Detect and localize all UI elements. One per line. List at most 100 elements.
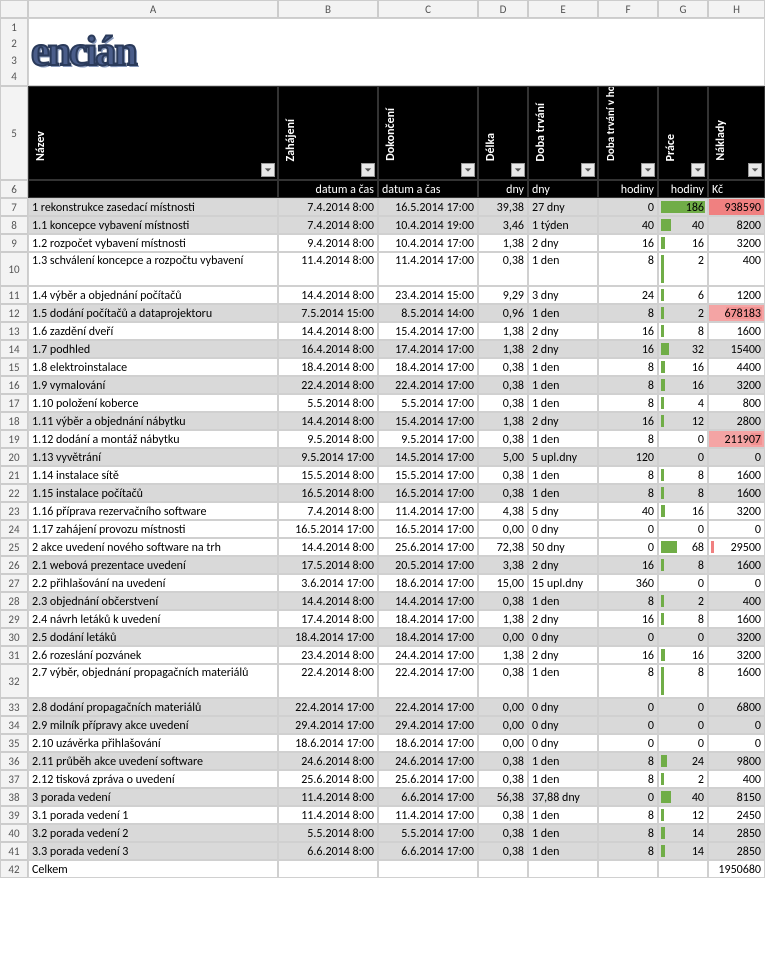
- duration[interactable]: 1 den: [528, 358, 598, 376]
- row-head-19[interactable]: 19: [0, 430, 28, 448]
- duration-hours[interactable]: 8: [598, 376, 658, 394]
- cost[interactable]: 9800: [708, 752, 765, 770]
- row-head-27[interactable]: 27: [0, 574, 28, 592]
- end-date[interactable]: 14.4.2014 17:00: [378, 592, 478, 610]
- start-date[interactable]: 18.4.2014 17:00: [278, 628, 378, 646]
- col-head-H[interactable]: H: [708, 0, 765, 18]
- row-head-22[interactable]: 22: [0, 484, 28, 502]
- duration[interactable]: 1 den: [528, 752, 598, 770]
- cost[interactable]: 678183: [708, 304, 765, 322]
- end-date[interactable]: 9.5.2014 17:00: [378, 430, 478, 448]
- cost[interactable]: 1200: [708, 286, 765, 304]
- start-date[interactable]: 14.4.2014 8:00: [278, 538, 378, 556]
- length-days[interactable]: 0,38: [478, 466, 528, 484]
- row-head-37[interactable]: 37: [0, 770, 28, 788]
- cost[interactable]: 8150: [708, 788, 765, 806]
- duration[interactable]: 2 dny: [528, 340, 598, 358]
- cost[interactable]: 1600: [708, 466, 765, 484]
- start-date[interactable]: 7.5.2014 15:00: [278, 304, 378, 322]
- length-days[interactable]: 72,38: [478, 538, 528, 556]
- duration[interactable]: 1 den: [528, 430, 598, 448]
- start-date[interactable]: 18.6.2014 17:00: [278, 734, 378, 752]
- end-date[interactable]: 24.6.2014 17:00: [378, 752, 478, 770]
- row-head-6[interactable]: 6: [0, 180, 28, 198]
- cost[interactable]: 0: [708, 574, 765, 592]
- work-hours[interactable]: 40: [658, 788, 708, 806]
- start-date[interactable]: 15.5.2014 8:00: [278, 466, 378, 484]
- work-hours[interactable]: 2: [658, 252, 708, 286]
- task-name[interactable]: 2.6 rozeslání pozvánek: [28, 646, 278, 664]
- duration[interactable]: 1 den: [528, 376, 598, 394]
- start-date[interactable]: 22.4.2014 17:00: [278, 698, 378, 716]
- duration[interactable]: 1 den: [528, 252, 598, 286]
- cost[interactable]: 400: [708, 770, 765, 788]
- length-days[interactable]: 0,00: [478, 716, 528, 734]
- duration-hours[interactable]: 8: [598, 466, 658, 484]
- row-head-15[interactable]: 15: [0, 358, 28, 376]
- length-days[interactable]: 0,38: [478, 394, 528, 412]
- length-days[interactable]: 0,38: [478, 664, 528, 698]
- duration-hours[interactable]: 360: [598, 574, 658, 592]
- duration[interactable]: 0 dny: [528, 716, 598, 734]
- length-days[interactable]: 1,38: [478, 322, 528, 340]
- length-days[interactable]: 0,38: [478, 592, 528, 610]
- col-head-D[interactable]: D: [478, 0, 528, 18]
- work-hours[interactable]: 8: [658, 610, 708, 628]
- task-name[interactable]: 1.9 vymalování: [28, 376, 278, 394]
- task-name[interactable]: 2.5 dodání letáků: [28, 628, 278, 646]
- cost[interactable]: 0: [708, 520, 765, 538]
- work-hours[interactable]: 0: [658, 430, 708, 448]
- start-date[interactable]: 29.4.2014 17:00: [278, 716, 378, 734]
- end-date[interactable]: 18.6.2014 17:00: [378, 734, 478, 752]
- cost[interactable]: 800: [708, 394, 765, 412]
- cost[interactable]: 1600: [708, 664, 765, 698]
- length-days[interactable]: 0,00: [478, 628, 528, 646]
- length-days[interactable]: 9,29: [478, 286, 528, 304]
- filter-dropdown-icon[interactable]: [581, 163, 595, 177]
- length-days[interactable]: 0,00: [478, 520, 528, 538]
- duration[interactable]: 2 dny: [528, 610, 598, 628]
- cost[interactable]: 3200: [708, 234, 765, 252]
- row-head-10[interactable]: 10: [0, 252, 28, 286]
- start-date[interactable]: 22.4.2014 8:00: [278, 376, 378, 394]
- duration[interactable]: 27 dny: [528, 198, 598, 216]
- duration[interactable]: 1 den: [528, 304, 598, 322]
- duration-hours[interactable]: 0: [598, 520, 658, 538]
- duration[interactable]: 1 den: [528, 466, 598, 484]
- row-head-20[interactable]: 20: [0, 448, 28, 466]
- end-date[interactable]: 25.6.2014 17:00: [378, 538, 478, 556]
- duration-hours[interactable]: 16: [598, 646, 658, 664]
- end-date[interactable]: 16.5.2014 17:00: [378, 484, 478, 502]
- total-label[interactable]: Celkem: [28, 860, 278, 878]
- row-head-24[interactable]: 24: [0, 520, 28, 538]
- row-head-31[interactable]: 31: [0, 646, 28, 664]
- duration-hours[interactable]: 8: [598, 664, 658, 698]
- filter-dropdown-icon[interactable]: [261, 163, 275, 177]
- length-days[interactable]: 0,38: [478, 376, 528, 394]
- start-date[interactable]: 5.5.2014 8:00: [278, 394, 378, 412]
- task-name[interactable]: 1.5 dodání počítačů a dataprojektoru: [28, 304, 278, 322]
- row-head-33[interactable]: 33: [0, 698, 28, 716]
- duration-hours[interactable]: 0: [598, 716, 658, 734]
- end-date[interactable]: 18.4.2014 17:00: [378, 358, 478, 376]
- duration-hours[interactable]: 8: [598, 430, 658, 448]
- filter-dropdown-icon[interactable]: [748, 163, 762, 177]
- end-date[interactable]: 8.5.2014 14:00: [378, 304, 478, 322]
- total-empty-1[interactable]: [378, 860, 478, 878]
- start-date[interactable]: 7.4.2014 8:00: [278, 198, 378, 216]
- cost[interactable]: 400: [708, 252, 765, 286]
- start-date[interactable]: 23.4.2014 8:00: [278, 646, 378, 664]
- start-date[interactable]: 11.4.2014 8:00: [278, 806, 378, 824]
- length-days[interactable]: 0,96: [478, 304, 528, 322]
- cost[interactable]: 211907: [708, 430, 765, 448]
- length-days[interactable]: 0,38: [478, 252, 528, 286]
- work-hours[interactable]: 32: [658, 340, 708, 358]
- end-date[interactable]: 10.4.2014 19:00: [378, 216, 478, 234]
- duration-hours[interactable]: 0: [598, 628, 658, 646]
- work-hours[interactable]: 0: [658, 520, 708, 538]
- work-hours[interactable]: 2: [658, 592, 708, 610]
- duration-hours[interactable]: 8: [598, 252, 658, 286]
- duration-hours[interactable]: 16: [598, 610, 658, 628]
- cost[interactable]: 1600: [708, 484, 765, 502]
- length-days[interactable]: 0,38: [478, 806, 528, 824]
